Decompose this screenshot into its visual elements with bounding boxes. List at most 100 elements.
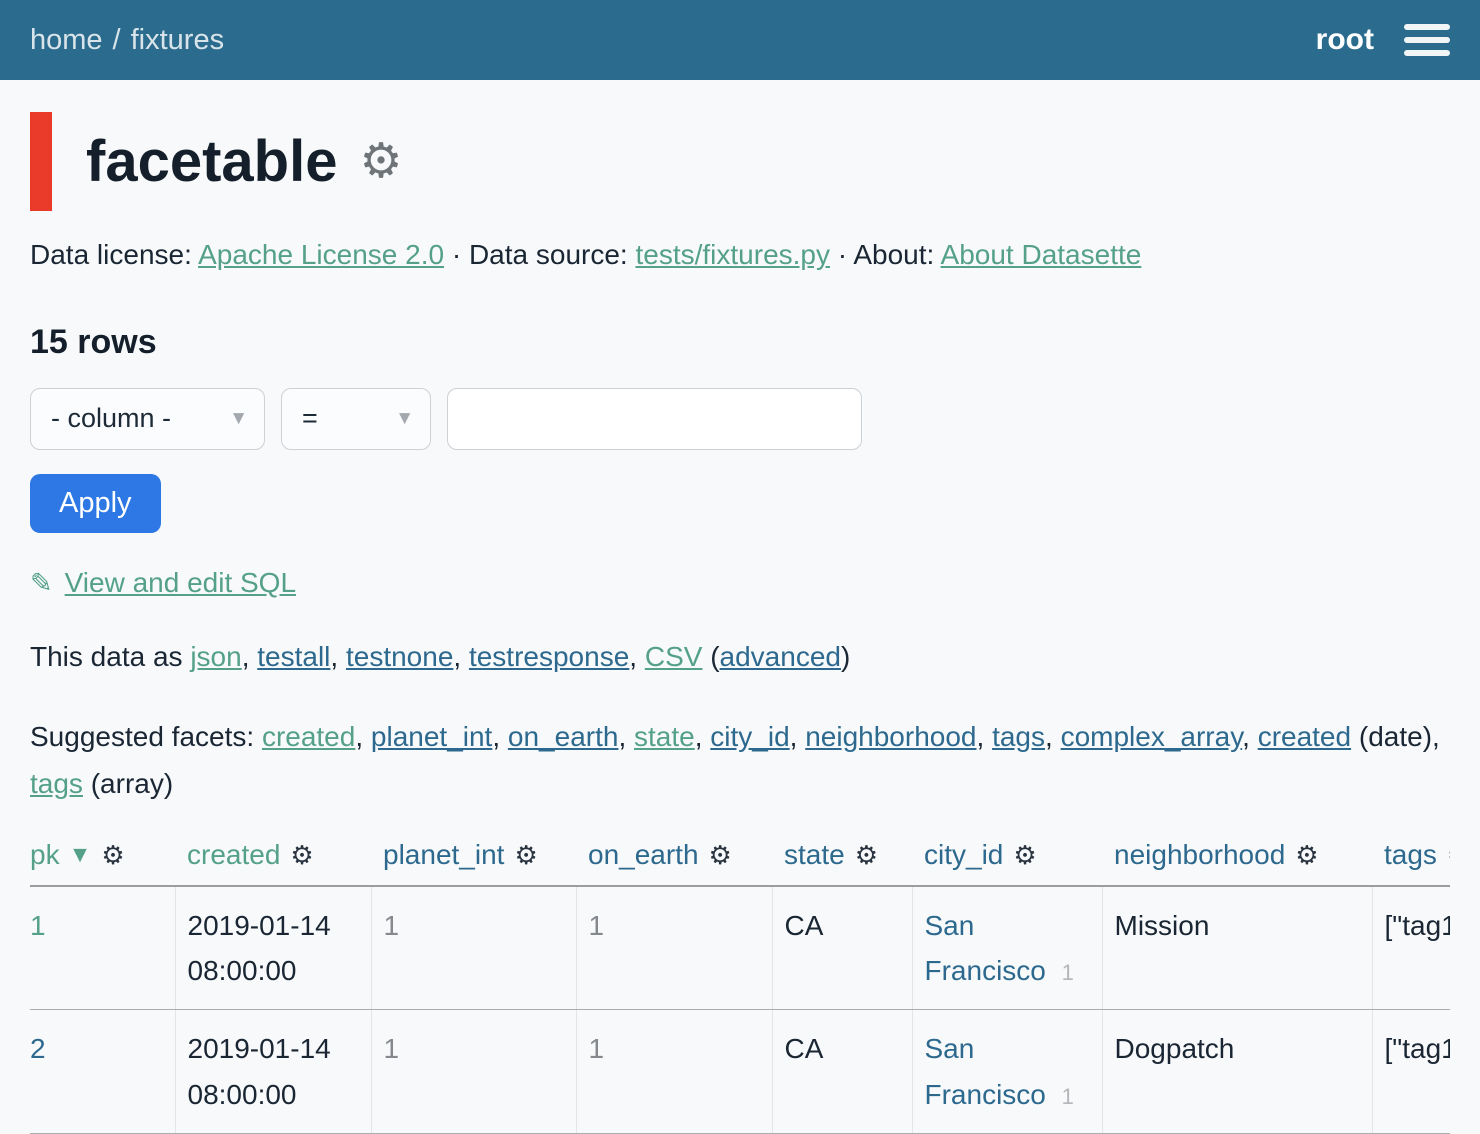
suggested-facets-line: Suggested facets: created, planet_int, o… xyxy=(30,713,1450,807)
cell-tags: ["tag1", "tag2"] xyxy=(1372,886,1450,1010)
column-header-pk: pk▼⚙ xyxy=(30,829,175,886)
table-row: 12019-01-14 08:00:0011CASan Francisco 1M… xyxy=(30,886,1450,1010)
facet-link[interactable]: city_id xyxy=(710,721,789,752)
cell-city-id: San Francisco 1 xyxy=(912,886,1102,1010)
facet-link[interactable]: on_earth xyxy=(508,721,619,752)
cell-on-earth: 1 xyxy=(576,886,772,1010)
text-segment: , xyxy=(1045,721,1061,752)
text-segment: (date), xyxy=(1351,721,1440,752)
pencil-icon: ✎ xyxy=(30,568,53,598)
text-segment: , xyxy=(977,721,993,752)
breadcrumb: home / fixtures xyxy=(30,24,224,57)
column-header-link[interactable]: on_earth xyxy=(588,839,699,870)
navbar-right: root xyxy=(1316,20,1450,60)
text-segment: , xyxy=(790,721,806,752)
text-segment: , xyxy=(330,641,346,672)
column-gear-icon[interactable]: ⚙ xyxy=(855,840,878,870)
facet-link[interactable]: planet_int xyxy=(371,721,492,752)
column-select[interactable]: - column - ▼ xyxy=(30,388,265,450)
user-label[interactable]: root xyxy=(1316,23,1374,57)
cell-tags: ["tag1", "tag3"] xyxy=(1372,1010,1450,1134)
column-header-planet_int: planet_int ⚙ xyxy=(371,829,576,886)
text-segment: · About: xyxy=(830,239,941,270)
text-segment: This data as xyxy=(30,641,190,672)
column-gear-icon[interactable]: ⚙ xyxy=(1013,840,1036,870)
metadata-line: Data license: Apache License 2.0 · Data … xyxy=(30,235,1450,274)
cell-city-id: San Francisco 1 xyxy=(912,1010,1102,1134)
text-segment: ) xyxy=(841,641,850,672)
top-navbar: home / fixtures root xyxy=(0,0,1480,80)
column-header-created: created ⚙ xyxy=(175,829,371,886)
table-name: facetable xyxy=(86,124,337,199)
text-segment: , xyxy=(695,721,711,752)
column-gear-icon[interactable]: ⚙ xyxy=(514,840,537,870)
export-link[interactable]: testresponse xyxy=(469,641,629,672)
column-gear-icon[interactable]: ⚙ xyxy=(1295,840,1318,870)
export-link[interactable]: json xyxy=(190,641,241,672)
cell-planet-int: 1 xyxy=(371,886,576,1010)
facet-link[interactable]: created xyxy=(1258,721,1351,752)
text-segment: , xyxy=(242,641,258,672)
column-header-city_id: city_id ⚙ xyxy=(912,829,1102,886)
column-gear-icon[interactable]: ⚙ xyxy=(290,840,313,870)
numeric-value: 1 xyxy=(384,910,400,941)
foreign-key-id: 1 xyxy=(1062,960,1074,985)
row-pk-link[interactable]: 2 xyxy=(30,1033,46,1064)
hamburger-menu-icon[interactable] xyxy=(1404,20,1450,60)
page-title: facetable ⚙ xyxy=(30,112,1450,211)
numeric-value: 1 xyxy=(589,910,605,941)
meta-link[interactable]: About Datasette xyxy=(941,239,1142,270)
facet-link[interactable]: created xyxy=(262,721,355,752)
cell-on-earth: 1 xyxy=(576,1010,772,1134)
operator-select-value: = xyxy=(302,403,318,434)
filter-value-input[interactable] xyxy=(447,388,862,450)
text-segment: , xyxy=(355,721,371,752)
city-link[interactable]: San Francisco xyxy=(925,1033,1046,1109)
facet-link[interactable]: complex_array xyxy=(1061,721,1243,752)
facet-link[interactable]: neighborhood xyxy=(805,721,976,752)
cell-state: CA xyxy=(772,886,912,1010)
meta-link[interactable]: tests/fixtures.py xyxy=(635,239,830,270)
breadcrumb-home[interactable]: home xyxy=(30,24,103,56)
facet-link[interactable]: tags xyxy=(992,721,1045,752)
table-body: 12019-01-14 08:00:0011CASan Francisco 1M… xyxy=(30,886,1450,1134)
column-header-link[interactable]: state xyxy=(784,839,845,870)
city-link[interactable]: San Francisco xyxy=(925,910,1046,986)
column-gear-icon[interactable]: ⚙ xyxy=(709,840,732,870)
facet-link[interactable]: state xyxy=(634,721,695,752)
export-link[interactable]: testall xyxy=(257,641,330,672)
column-header-link[interactable]: tags xyxy=(1384,839,1437,870)
column-header-link[interactable]: planet_int xyxy=(383,839,504,870)
main-content: facetable ⚙ Data license: Apache License… xyxy=(0,112,1480,1134)
column-header-on_earth: on_earth ⚙ xyxy=(576,829,772,886)
text-segment: , xyxy=(618,721,634,752)
text-segment: · Data source: xyxy=(444,239,635,270)
column-header-link[interactable]: created xyxy=(187,839,280,870)
row-pk-link[interactable]: 1 xyxy=(30,910,46,941)
text-segment: , xyxy=(1242,721,1258,752)
text-segment: , xyxy=(492,721,508,752)
column-gear-icon[interactable]: ⚙ xyxy=(101,840,124,870)
view-edit-sql-link[interactable]: View and edit SQL xyxy=(65,567,296,598)
cell-pk: 1 xyxy=(30,886,175,1010)
operator-select[interactable]: = ▼ xyxy=(281,388,431,450)
column-header-link[interactable]: pk xyxy=(30,839,60,870)
apply-button[interactable]: Apply xyxy=(30,474,161,533)
breadcrumb-separator: / xyxy=(113,24,121,56)
column-header-link[interactable]: city_id xyxy=(924,839,1003,870)
facet-link[interactable]: tags xyxy=(30,768,83,799)
text-segment: (array) xyxy=(83,768,173,799)
export-link[interactable]: advanced xyxy=(720,641,841,672)
breadcrumb-fixtures[interactable]: fixtures xyxy=(131,24,224,56)
export-link[interactable]: CSV xyxy=(645,641,703,672)
data-table: pk▼⚙created⚙planet_int⚙on_earth⚙state⚙ci… xyxy=(30,829,1450,1134)
meta-link[interactable]: Apache License 2.0 xyxy=(198,239,444,270)
column-header-link[interactable]: neighborhood xyxy=(1114,839,1285,870)
export-link[interactable]: testnone xyxy=(346,641,453,672)
column-gear-icon[interactable]: ⚙ xyxy=(1447,840,1450,870)
column-header-tags: tags ⚙ xyxy=(1372,829,1450,886)
table-settings-gear-icon[interactable]: ⚙ xyxy=(359,131,402,193)
column-header-state: state ⚙ xyxy=(772,829,912,886)
cell-neighborhood: Mission xyxy=(1102,886,1372,1010)
table-row: 22019-01-14 08:00:0011CASan Francisco 1D… xyxy=(30,1010,1450,1134)
